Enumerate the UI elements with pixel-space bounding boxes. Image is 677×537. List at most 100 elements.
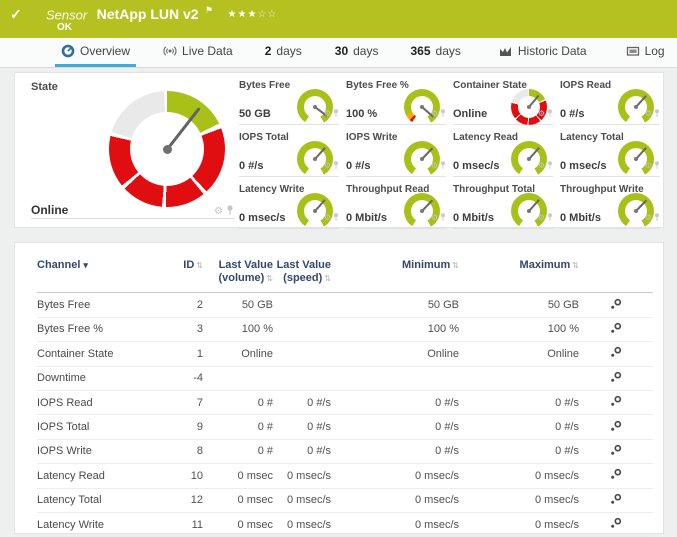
- priority-stars[interactable]: ★★★☆☆: [228, 9, 278, 20]
- prtg-sensor-page: ✓ Sensor NetApp LUN v2 ⚑ ★★★☆☆ OK Overvi…: [0, 0, 677, 528]
- gauge-settings-gear-icon[interactable]: ⚙: [214, 207, 223, 217]
- pin-icon[interactable]: [654, 105, 660, 123]
- state-panel-title: State: [31, 81, 58, 93]
- table-header-row: Channel▾ ID⇅ Last Value (volume)⇅ Last V…: [37, 243, 653, 293]
- gauge-settings-gear-icon[interactable]: ⚙: [431, 110, 438, 118]
- tab-label: Log: [645, 44, 665, 58]
- last-value-volume: 0 #: [203, 421, 273, 433]
- pin-icon[interactable]: [440, 209, 446, 227]
- channel-settings-button[interactable]: [610, 444, 622, 456]
- tab-365-days[interactable]: 365 days: [404, 38, 466, 67]
- maximum-value: 0 msec/s: [459, 519, 579, 531]
- channel-settings-button[interactable]: [610, 346, 622, 358]
- channel-settings-button[interactable]: [610, 468, 622, 480]
- table-row: Latency Write 11 0 msec 0 msec/s 0 msec/…: [37, 513, 653, 537]
- channel-name: IOPS Read: [37, 397, 159, 409]
- tab-live-data[interactable]: Live Data: [157, 38, 239, 67]
- minimum-value: 100 %: [331, 323, 459, 335]
- column-header-maximum[interactable]: Maximum⇅: [459, 259, 579, 285]
- tab-log[interactable]: Log: [620, 38, 671, 67]
- gauge-settings-gear-icon[interactable]: ⚙: [645, 214, 652, 222]
- gauge-value: 0 Mbit/s: [560, 212, 601, 224]
- tab-number: 365: [410, 44, 430, 58]
- last-value-volume: 0 msec: [203, 470, 273, 482]
- tab-30-days[interactable]: 30 days: [329, 38, 385, 67]
- channel-name: Bytes Free %: [37, 323, 159, 335]
- channel-settings-button[interactable]: [610, 420, 622, 432]
- pin-icon[interactable]: [547, 209, 553, 227]
- live-data-icon: [163, 44, 177, 58]
- column-header-last-value-volume[interactable]: Last Value (volume)⇅: [203, 259, 273, 285]
- minimum-value: Online: [331, 348, 459, 360]
- last-value-volume: 0 #: [203, 397, 273, 409]
- gauge-settings-gear-icon[interactable]: ⚙: [645, 110, 652, 118]
- channel-name: IOPS Total: [37, 421, 159, 433]
- gauge-settings-gear-icon[interactable]: ⚙: [324, 110, 331, 118]
- channel-id: 9: [159, 421, 203, 433]
- pin-icon[interactable]: [654, 157, 660, 175]
- table-row: IOPS Write 8 0 # 0 #/s 0 #/s 0 #/s: [37, 440, 653, 464]
- gauge-card: IOPS Write 0 #/s ⚙: [346, 131, 446, 177]
- gauge-value: 100 %: [346, 108, 377, 120]
- pin-icon[interactable]: [440, 105, 446, 123]
- gauge-settings-gear-icon[interactable]: ⚙: [538, 214, 545, 222]
- tab-overview[interactable]: Overview: [55, 38, 136, 67]
- minimum-value: 0 #/s: [331, 445, 459, 457]
- gauge-label: IOPS Read: [560, 80, 611, 91]
- channel-name: Latency Total: [37, 494, 159, 506]
- tab-label: Historic Data: [518, 44, 587, 58]
- maximum-value: 50 GB: [459, 299, 579, 311]
- gauge-label: IOPS Total: [239, 132, 289, 143]
- pin-icon[interactable]: [654, 209, 660, 227]
- column-header-last-value-speed[interactable]: Last Value (speed)⇅: [273, 259, 331, 285]
- channel-settings-button[interactable]: [610, 493, 622, 505]
- channel-settings-button[interactable]: [610, 395, 622, 407]
- gauge-value: Online: [453, 108, 487, 120]
- pin-icon[interactable]: [333, 105, 339, 123]
- last-value-speed: 0 msec/s: [273, 519, 331, 531]
- last-value-volume: 0 msec: [203, 519, 273, 531]
- pin-icon[interactable]: [333, 209, 339, 227]
- column-header-minimum[interactable]: Minimum⇅: [331, 259, 459, 285]
- last-value-volume: Online: [203, 348, 273, 360]
- last-value-speed: 0 msec/s: [273, 494, 331, 506]
- gauge-settings-gear-icon[interactable]: ⚙: [538, 162, 545, 170]
- pin-icon[interactable]: [226, 203, 234, 221]
- flag-icon[interactable]: ⚑: [205, 5, 213, 15]
- tab-number: 30: [335, 44, 348, 58]
- sort-icon: ⇅: [196, 261, 203, 270]
- pin-icon[interactable]: [333, 157, 339, 175]
- gauge-settings-gear-icon[interactable]: ⚙: [324, 162, 331, 170]
- channel-settings-button[interactable]: [610, 322, 622, 334]
- gauge-settings-gear-icon[interactable]: ⚙: [431, 162, 438, 170]
- gauge-card: Throughput Write 0 Mbit/s ⚙: [560, 183, 660, 229]
- channel-id: 10: [159, 470, 203, 482]
- gauge-card: Bytes Free % 100 % ⚙: [346, 79, 446, 125]
- channel-settings-button[interactable]: [610, 298, 622, 310]
- gauge-card: Latency Total 0 msec/s ⚙: [560, 131, 660, 177]
- pin-icon[interactable]: [547, 105, 553, 123]
- table-row: Latency Total 12 0 msec 0 msec/s 0 msec/…: [37, 489, 653, 513]
- tab-historic-data[interactable]: Historic Data: [493, 38, 593, 67]
- gauge-label: Latency Write: [239, 184, 304, 195]
- gauge-grid: Bytes Free 50 GB ⚙ Bytes Free % 100 % ⚙ …: [239, 79, 660, 229]
- pin-icon[interactable]: [440, 157, 446, 175]
- column-header-id[interactable]: ID⇅: [159, 259, 203, 285]
- sort-icon: ⇅: [324, 274, 331, 283]
- maximum-value: 0 #/s: [459, 397, 579, 409]
- channel-settings-button[interactable]: [610, 371, 622, 383]
- channel-settings-button[interactable]: [610, 517, 622, 529]
- column-header-channel[interactable]: Channel▾: [37, 259, 159, 285]
- gauge-settings-gear-icon[interactable]: ⚙: [538, 110, 545, 118]
- gauge-label: Bytes Free %: [346, 80, 409, 91]
- table-row: IOPS Total 9 0 # 0 #/s 0 #/s 0 #/s: [37, 415, 653, 439]
- gauge-settings-gear-icon[interactable]: ⚙: [645, 162, 652, 170]
- gauge-settings-gear-icon[interactable]: ⚙: [431, 214, 438, 222]
- tab-label: days: [276, 44, 301, 58]
- channel-name: Latency Read: [37, 470, 159, 482]
- maximum-value: 100 %: [459, 323, 579, 335]
- gauge-settings-gear-icon[interactable]: ⚙: [324, 214, 331, 222]
- channel-name: Latency Write: [37, 519, 159, 531]
- pin-icon[interactable]: [547, 157, 553, 175]
- tab-2-days[interactable]: 2 days: [259, 38, 308, 67]
